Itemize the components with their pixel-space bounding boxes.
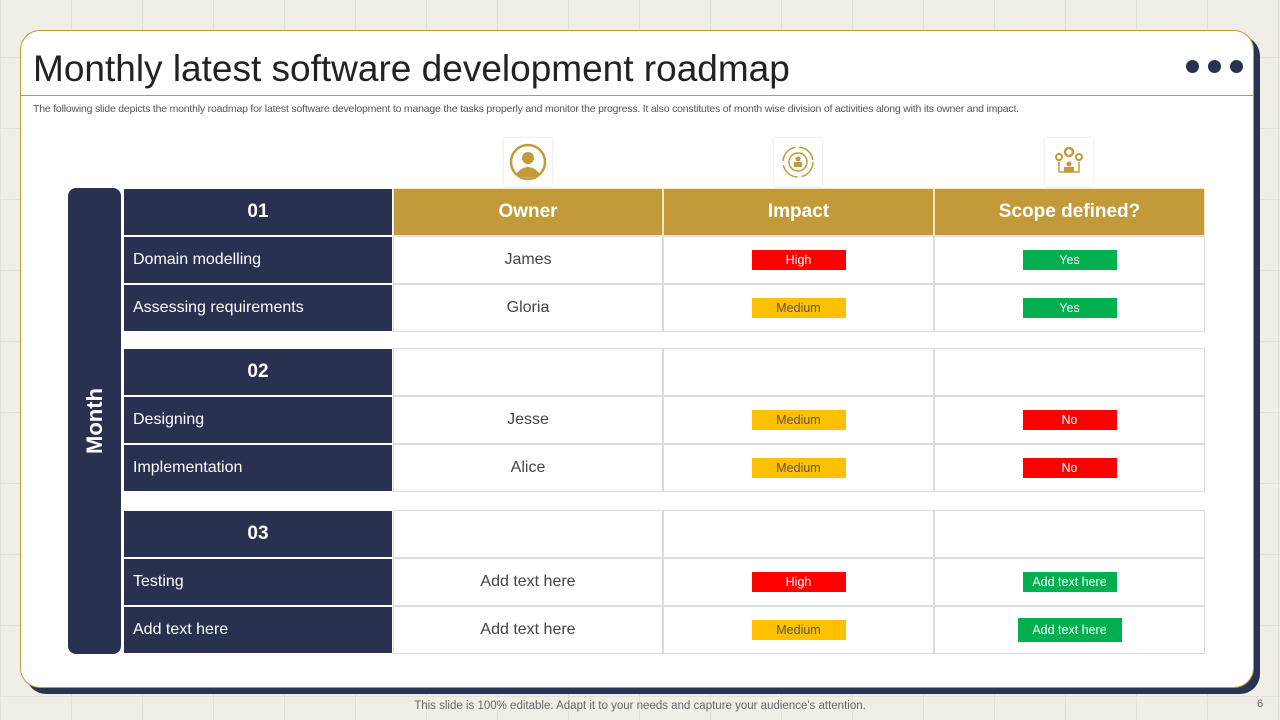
title-divider — [20, 95, 1254, 96]
owner-name: James — [504, 251, 552, 268]
month-number: 01 — [247, 201, 269, 222]
footer-note: This slide is 100% editable. Adapt it to… — [414, 700, 866, 712]
owner-cell: James — [393, 236, 663, 284]
column-header: Scope defined? — [934, 188, 1205, 236]
scope-badge: No — [1022, 458, 1117, 478]
impact-cell: Medium — [663, 444, 934, 492]
impact-cell: Medium — [663, 606, 934, 654]
owner-cell: Gloria — [393, 284, 663, 332]
scope-cell: Add text here — [934, 606, 1205, 654]
impact-cell: Medium — [663, 396, 934, 444]
column-header — [393, 510, 663, 558]
task-name: Domain modelling — [133, 251, 262, 268]
owner-name: Gloria — [506, 299, 550, 316]
owner-name: Add text here — [480, 573, 576, 590]
impact-cell: High — [663, 558, 934, 606]
impact-badge: High — [751, 572, 846, 592]
month-number: 03 — [247, 523, 269, 544]
impact-badge: Medium — [751, 458, 846, 478]
page-title: Monthly latest software development road… — [33, 48, 790, 89]
task-cell: Implementation — [123, 444, 393, 492]
impact-badge: High — [751, 250, 846, 270]
scope-cell: Add text here — [934, 558, 1205, 606]
task-name: Implementation — [133, 459, 243, 476]
task-name: Assessing requirements — [133, 299, 304, 316]
column-header: Owner — [393, 188, 663, 236]
task-cell: Designing — [123, 396, 393, 444]
impact-cycle-icon — [774, 138, 822, 186]
task-cell: Add text here — [123, 606, 393, 654]
task-name: Testing — [133, 573, 184, 590]
scope-badge: Yes — [1022, 250, 1117, 270]
more-options-icon[interactable] — [1186, 60, 1243, 73]
column-header — [663, 510, 934, 558]
task-cell: Testing — [123, 558, 393, 606]
user-circle-icon — [504, 138, 552, 186]
month-number: 02 — [247, 361, 269, 382]
owner-cell: Add text here — [393, 558, 663, 606]
impact-cell: High — [663, 236, 934, 284]
scope-badge: Add text here — [1017, 618, 1122, 642]
month-label: Month — [81, 388, 107, 454]
impact-badge: Medium — [751, 410, 846, 430]
column-header — [393, 348, 663, 396]
impact-badge: Medium — [751, 620, 846, 640]
column-header — [934, 348, 1205, 396]
month-header-01: 01 — [123, 188, 393, 236]
column-header-label: Impact — [767, 201, 830, 222]
owner-cell: Jesse — [393, 396, 663, 444]
task-cell: Domain modelling — [123, 236, 393, 284]
scope-badge: Yes — [1022, 298, 1117, 318]
column-header: Impact — [663, 188, 934, 236]
impact-badge: Medium — [751, 298, 846, 318]
team-gears-icon — [1045, 138, 1093, 186]
owner-name: Alice — [510, 459, 546, 476]
page-number: 6 — [1257, 698, 1264, 710]
task-name: Designing — [133, 411, 205, 428]
scope-cell: No — [934, 396, 1205, 444]
owner-cell: Add text here — [393, 606, 663, 654]
month-header-03: 03 — [123, 510, 393, 558]
column-header-label: Owner — [498, 201, 558, 222]
owner-name: Jesse — [507, 411, 549, 428]
month-header-02: 02 — [123, 348, 393, 396]
column-header — [663, 348, 934, 396]
task-cell: Assessing requirements — [123, 284, 393, 332]
scope-badge: No — [1022, 410, 1117, 430]
task-name: Add text here — [133, 621, 229, 638]
column-header-label: Scope defined? — [998, 201, 1141, 222]
scope-badge: Add text here — [1022, 572, 1117, 592]
column-header — [934, 510, 1205, 558]
month-label-bar: Month — [68, 188, 121, 654]
scope-cell: Yes — [934, 236, 1205, 284]
scope-cell: Yes — [934, 284, 1205, 332]
scope-cell: No — [934, 444, 1205, 492]
impact-cell: Medium — [663, 284, 934, 332]
owner-name: Add text here — [480, 621, 576, 638]
subtitle: The following slide depicts the monthly … — [33, 103, 1019, 115]
owner-cell: Alice — [393, 444, 663, 492]
